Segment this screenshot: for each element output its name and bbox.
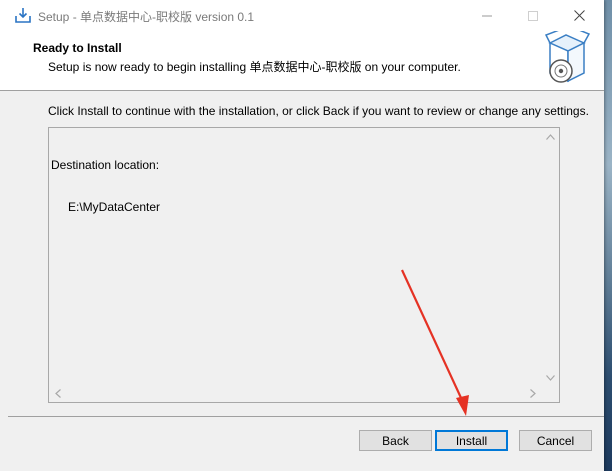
memo-content: Destination location: E:\MyDataCenter [51,130,160,242]
ready-memo[interactable]: Destination location: E:\MyDataCenter [48,127,560,403]
setup-window: Setup - 单点数据中心-职校版 version 0.1 Ready to … [0,0,604,471]
destination-path: E:\MyDataCenter [68,200,161,214]
scroll-down-icon[interactable] [546,374,555,383]
maximize-icon[interactable] [510,0,556,31]
page-subtitle: Setup is now ready to begin installing 单… [48,60,461,74]
scroll-right-icon[interactable] [530,389,536,400]
vertical-scrollbar[interactable] [542,128,559,385]
title-bar: Setup - 单点数据中心-职校版 version 0.1 [0,0,604,31]
install-instructions: Click Install to continue with the insta… [48,104,589,118]
scroll-corner [542,385,559,402]
cancel-button[interactable]: Cancel [519,430,592,451]
destination-label: Destination location: [51,158,160,172]
wizard-header: Ready to Install Setup is now ready to b… [0,27,604,90]
horizontal-scrollbar[interactable] [49,385,542,402]
install-button[interactable]: Install [435,430,508,451]
scroll-up-icon[interactable] [546,133,555,142]
scroll-left-icon[interactable] [55,389,61,400]
footer-divider [8,416,604,417]
back-button[interactable]: Back [359,430,432,451]
header-divider [0,90,604,91]
window-title: Setup - 单点数据中心-职校版 version 0.1 [38,10,255,24]
minimize-icon[interactable] [464,0,510,31]
install-box-icon [544,27,591,87]
close-icon[interactable] [556,0,602,31]
page-title: Ready to Install [33,41,122,55]
setup-app-icon [14,6,32,24]
